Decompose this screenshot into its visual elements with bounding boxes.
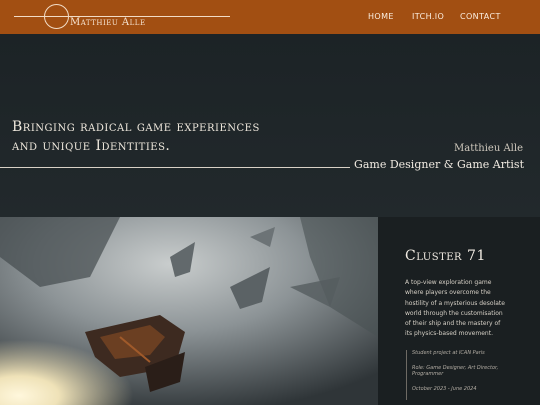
- hero-section: Bringing radical game experiences and un…: [0, 34, 540, 217]
- nav-home-link[interactable]: HOME: [368, 12, 394, 21]
- artwork-illustration: [0, 217, 378, 405]
- project-details: Student project at ICAN Paris Role: Game…: [406, 350, 516, 400]
- hero-name: Matthieu Alle: [454, 143, 523, 154]
- project-detail-school: Student project at ICAN Paris: [412, 350, 485, 356]
- logo-circle-icon[interactable]: [44, 4, 69, 29]
- project-title[interactable]: Cluster 71: [405, 248, 486, 264]
- project-artwork-image[interactable]: [0, 217, 378, 405]
- tagline-line-2: and unique Identities.: [12, 138, 171, 154]
- hero-tagline: Bringing radical game experiences and un…: [12, 118, 312, 156]
- project-detail-dates: October 2023 - June 2024: [412, 385, 477, 392]
- nav-itchio-link[interactable]: ITCH.IO: [412, 12, 444, 21]
- hero-divider: [0, 167, 350, 168]
- site-name[interactable]: Matthieu Alle: [70, 17, 146, 28]
- tagline-line-1: Bringing radical game experiences: [12, 119, 260, 135]
- project-description: A top-view exploration game where player…: [405, 279, 505, 338]
- project-detail-role: Role: Game Designer, Art Director, Progr…: [412, 364, 499, 378]
- hero-role: Game Designer & Game Artist: [354, 158, 524, 171]
- project-info-panel: Cluster 71 A top-view exploration game w…: [378, 217, 540, 405]
- nav-contact-link[interactable]: CONTACT: [460, 12, 501, 21]
- top-navigation-bar: Matthieu Alle HOME ITCH.IO CONTACT: [0, 0, 540, 34]
